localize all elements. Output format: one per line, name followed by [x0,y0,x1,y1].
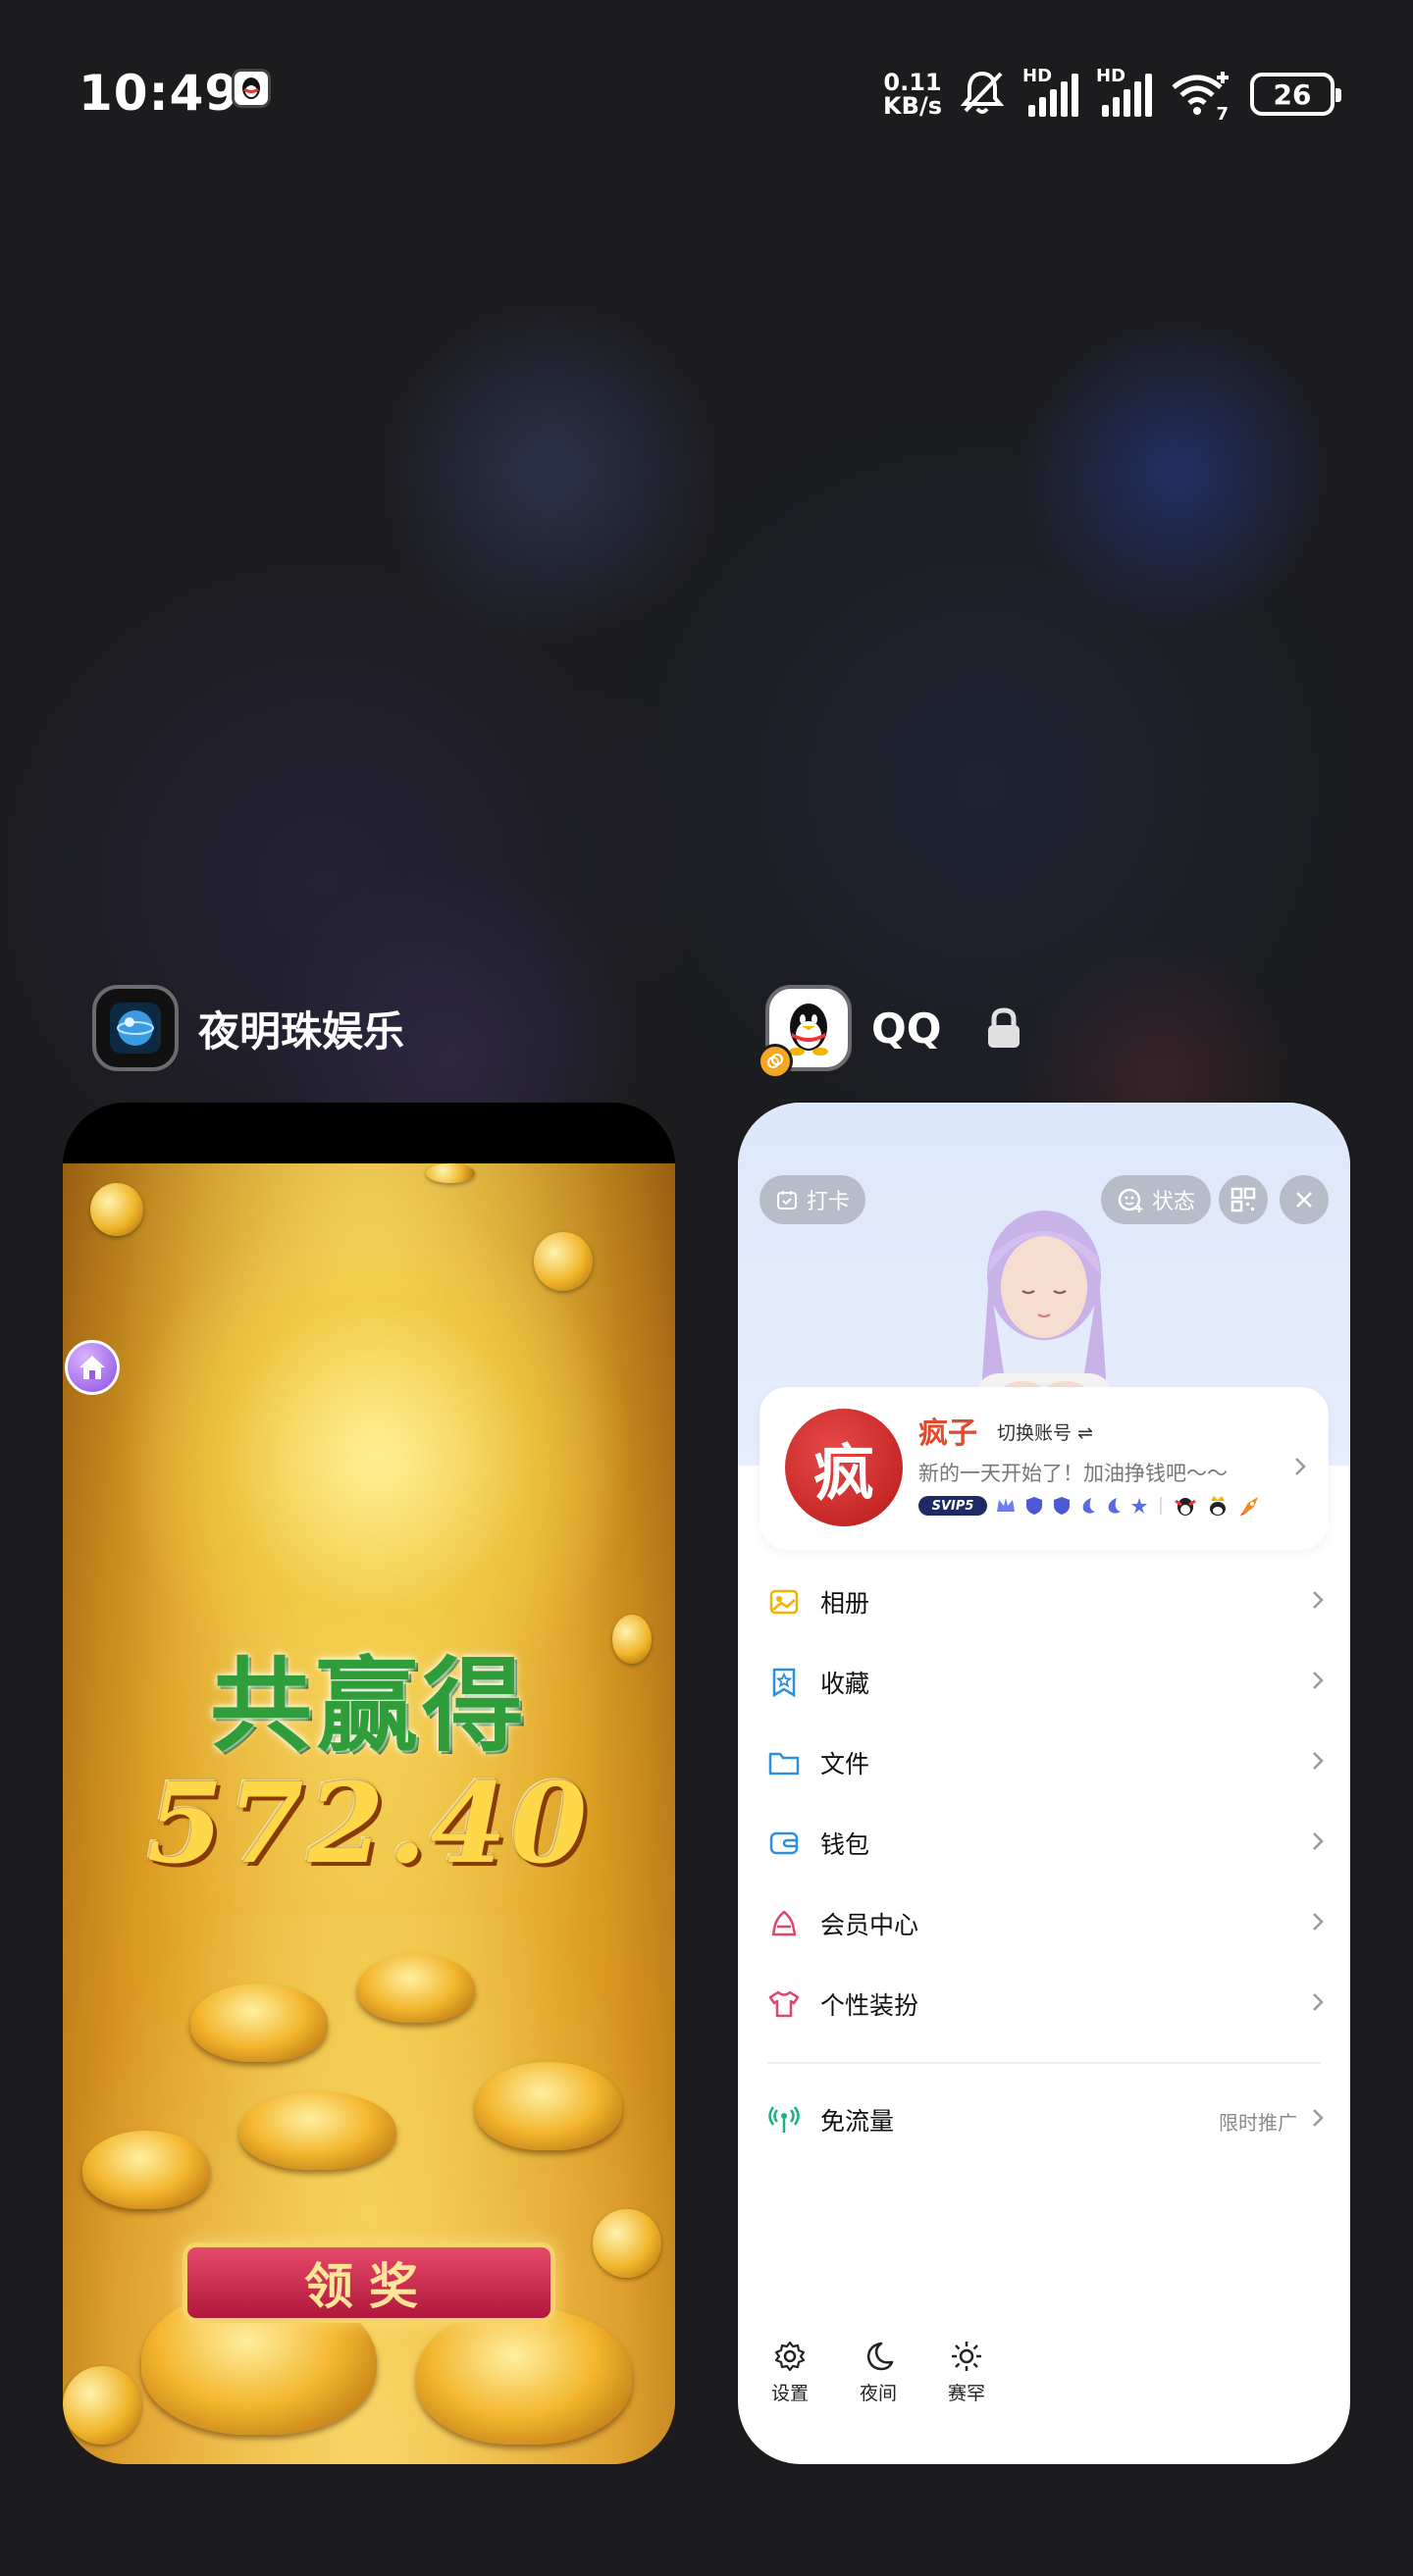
qq-penguin-icon[interactable] [758,985,852,1079]
cell-signal-2-icon: HD [1096,66,1152,117]
promo-label: 限时推广 [1219,2111,1297,2135]
switch-account-button[interactable]: 切换账号 ⇌ [997,1418,1093,1445]
chevron-right-icon [1311,2107,1325,2133]
nickname: 疯子 [918,1417,977,1451]
chevron-right-icon [1311,1830,1325,1856]
profile-card[interactable]: 疯 疯子 切换账号 ⇌ 新的一天开始了！加油挣钱吧～～ SVIP5 [759,1387,1329,1550]
theme-button[interactable]: 赛罕 [948,2340,985,2405]
net-speed: 0.11 KB/s [883,71,942,118]
status-time: 10:49 [78,65,240,122]
net-speed-unit: KB/s [883,92,942,120]
wifi-badge: 7 [1216,104,1229,125]
folder-icon [767,1746,801,1779]
status-icons: 0.11 KB/s HD HD 7 26 [883,65,1341,125]
coin [426,1163,475,1183]
menu-item-wallet[interactable]: 钱包 [738,1803,1350,1883]
vip-center-icon [767,1907,801,1940]
chevron-right-icon [1311,1670,1325,1695]
free-data-icon [767,2103,801,2137]
penguin-badge-icon [1175,1498,1196,1516]
rocket-badge-icon [1240,1497,1258,1516]
checkin-button[interactable]: 打卡 [759,1175,866,1224]
calendar-check-icon [777,1191,797,1210]
app-header-2[interactable]: QQ [758,985,1023,1079]
wallet-icon [767,1827,801,1860]
menu-item-personalize[interactable]: 个性装扮 [738,1964,1350,2044]
close-icon[interactable] [1280,1175,1329,1224]
menu-label: 文件 [820,1750,870,1778]
moon-badge-icon [1082,1498,1095,1514]
settings-button[interactable]: 设置 [771,2340,809,2405]
win-title: 共赢得 [209,1645,528,1766]
signature: 新的一天开始了！加油挣钱吧～～ [918,1462,1228,1485]
menu-label: 免流量 [820,2107,895,2136]
menu-label: 钱包 [820,1830,870,1859]
star-badge-icon [1131,1498,1147,1514]
chevron-right-icon [1311,1589,1325,1615]
app-name: QQ [871,1004,942,1053]
menu-label: 相册 [820,1589,870,1618]
level-badges[interactable]: SVIP5 [918,1495,1262,1517]
signal-2-label: HD [1096,66,1126,86]
menu-label: 收藏 [820,1670,870,1698]
app-name: 夜明珠娱乐 [198,1006,405,1056]
favorites-icon [767,1666,801,1699]
qq-notification-icon [232,69,271,108]
checkin-label: 打卡 [807,1190,851,1214]
qq-menu: 相册 收藏 文件 钱包 会员中心 个性装扮 免流量 限时推广 [738,1562,1350,2160]
moon-icon [866,2342,894,2371]
qq-bottom-bar: 设置 夜间 赛罕 [771,2340,985,2405]
menu-item-files[interactable]: 文件 [738,1723,1350,1803]
claim-button[interactable]: 领奖 [183,2242,555,2323]
sun-icon [952,2342,982,2371]
chevron-right-icon [1311,1991,1325,2017]
coin [90,1183,143,1236]
album-icon [767,1585,801,1619]
night-mode-button[interactable]: 夜间 [860,2340,897,2405]
battery-level: 26 [1273,77,1312,111]
chevron-right-icon [1311,1911,1325,1936]
shield-badge-icon [1054,1497,1070,1515]
crown-badge-icon [997,1498,1015,1512]
app-header-1[interactable]: 夜明珠娱乐 [92,985,404,1071]
pearl-globe-icon[interactable] [92,985,179,1071]
menu-item-free-data[interactable]: 免流量 限时推广 [738,2080,1350,2160]
coin [534,1232,593,1291]
chevron-right-icon [1311,1750,1325,1776]
app-card-game[interactable]: 共赢得 572.40 领奖 [63,1103,675,2464]
svip-badge: SVIP5 [918,1496,987,1516]
menu-item-favorites[interactable]: 收藏 [738,1642,1350,1723]
tshirt-icon [767,1987,801,2021]
lock-icon[interactable] [984,1006,1023,1050]
menu-item-album[interactable]: 相册 [738,1562,1350,1642]
chevron-right-icon[interactable] [1293,1456,1307,1481]
gold-pile-illustration [63,1915,675,2464]
dual-app-badge-icon [758,1044,793,1079]
bottom-bar-label: 赛罕 [948,2383,986,2404]
signal-1-label: HD [1022,66,1053,86]
menu-label: 个性装扮 [820,1991,919,2020]
home-icon[interactable] [65,1340,120,1395]
cell-signal-1-icon: HD [1022,66,1078,117]
penguin-crown-badge-icon [1210,1496,1226,1516]
menu-label: 会员中心 [820,1911,919,1939]
game-screen[interactable]: 共赢得 572.40 领奖 [63,1163,675,2464]
menu-divider [767,2062,1321,2064]
qr-code-icon[interactable] [1219,1175,1268,1224]
bottom-bar-label: 设置 [771,2383,810,2404]
battery-indicator: 26 [1250,73,1341,116]
settings-icon [774,2341,806,2372]
wifi-icon: 7 [1170,70,1232,125]
mute-bell-icon [960,68,1005,121]
app-card-qq[interactable]: 打卡 状态 疯 疯子 切换账号 ⇌ 新的一天开始了！加油挣钱吧～～ SVIP5 … [738,1103,1350,2464]
net-speed-value: 0.11 [883,69,942,96]
bottom-bar-label: 夜间 [860,2383,898,2404]
avatar[interactable]: 疯 [785,1409,903,1526]
moon-badge-icon [1108,1498,1121,1514]
menu-item-vip-center[interactable]: 会员中心 [738,1883,1350,1964]
status-bar: 10:49 0.11 KB/s HD HD 7 26 [78,59,1341,128]
win-amount: 572.40 [146,1760,592,1888]
shield-badge-icon [1026,1497,1042,1515]
